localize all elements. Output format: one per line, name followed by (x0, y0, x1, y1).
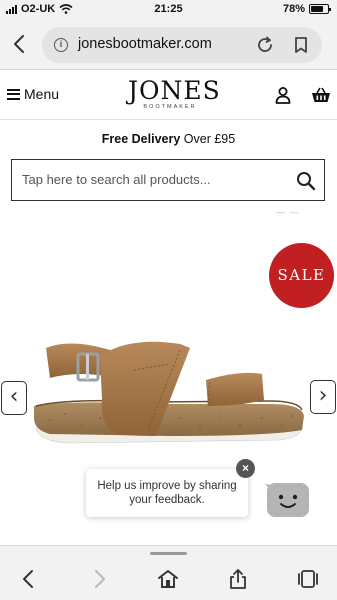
delivery-rest: Over £95 (180, 132, 236, 146)
sale-badge: SALE (269, 243, 334, 308)
menu-label: Menu (24, 86, 60, 102)
site-header: Menu JONES BOOTMAKER (0, 70, 337, 120)
browser-toolbar (0, 545, 337, 600)
next-image-button[interactable]: › (310, 380, 336, 414)
info-icon[interactable]: i (54, 38, 68, 52)
sandal-product-image[interactable] (30, 330, 310, 450)
battery-percent: 78% (282, 3, 305, 15)
drag-handle[interactable] (150, 552, 187, 555)
search-icon[interactable] (296, 171, 316, 191)
status-right: 78% (282, 3, 331, 15)
feedback-line-1: Help us improve by sharing (97, 480, 237, 492)
logo-text: JONES (128, 76, 221, 105)
feedback-bubble[interactable]: Help us improve by sharing your feedback… (86, 469, 248, 517)
jones-logo[interactable]: JONES BOOTMAKER (128, 76, 221, 111)
back-chevron-icon[interactable] (8, 32, 32, 56)
bookmark-icon[interactable] (290, 34, 312, 56)
back-arrow-icon[interactable] (18, 568, 40, 590)
search-placeholder: Tap here to search all products... (22, 172, 211, 187)
delivery-bold: Free Delivery (101, 132, 181, 146)
home-icon[interactable] (157, 568, 179, 590)
reload-icon[interactable] (254, 34, 276, 56)
status-bar: O2-UK 21:25 78% (0, 0, 337, 20)
battery-icon (309, 4, 331, 14)
tabs-icon[interactable] (297, 568, 319, 590)
share-icon[interactable] (227, 568, 249, 590)
battery-level (311, 6, 324, 12)
address-bar[interactable]: i jonesbootmaker.com (42, 27, 322, 63)
cut-off-price-text: — — (276, 207, 300, 217)
page: O2-UK 21:25 78% i jonesbootmaker.com Men… (0, 0, 337, 600)
free-delivery-banner: Free Delivery Over £95 (0, 132, 337, 146)
hamburger-icon (7, 88, 20, 100)
url-text[interactable]: jonesbootmaker.com (78, 36, 212, 52)
search-input[interactable]: Tap here to search all products... (11, 159, 325, 201)
forward-arrow-icon[interactable] (88, 568, 110, 590)
browser-bar: i jonesbootmaker.com (0, 20, 337, 70)
account-icon[interactable] (274, 86, 292, 104)
feedback-line-2: your feedback. (129, 494, 205, 506)
feedback-bot-icon[interactable] (265, 480, 311, 520)
previous-image-button[interactable]: ‹ (1, 381, 27, 415)
menu-button[interactable]: Menu (7, 86, 59, 102)
close-icon[interactable]: × (236, 459, 255, 478)
basket-icon[interactable] (311, 86, 331, 104)
